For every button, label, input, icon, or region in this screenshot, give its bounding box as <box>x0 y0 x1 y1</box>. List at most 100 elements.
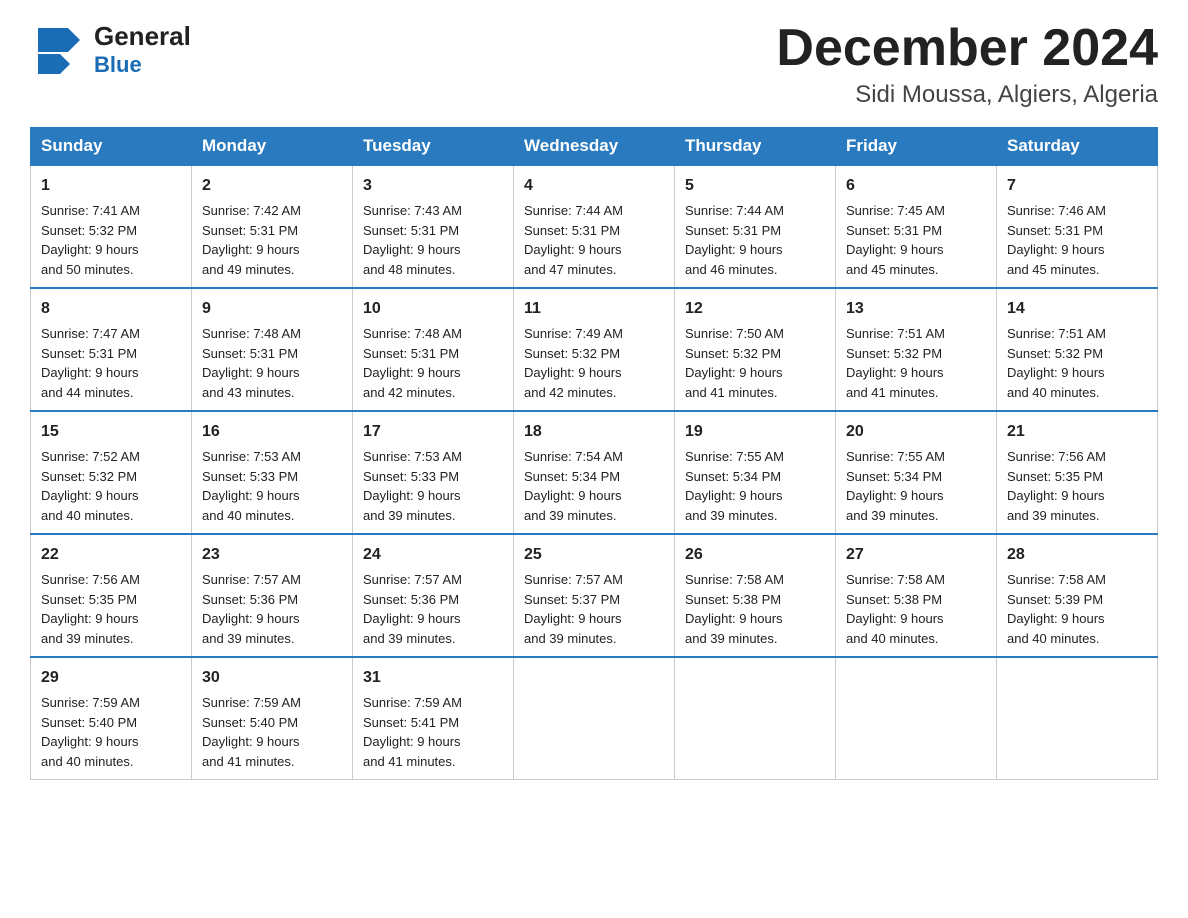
calendar-empty-cell <box>836 657 997 780</box>
month-title: December 2024 <box>776 20 1158 77</box>
daylight-line-cont: and 41 minutes. <box>685 385 778 400</box>
daylight-line-cont: and 41 minutes. <box>202 754 295 769</box>
day-number: 14 <box>1007 297 1147 321</box>
sunrise-line: Sunrise: 7:59 AM <box>202 695 301 710</box>
daylight-line: Daylight: 9 hours <box>1007 611 1105 626</box>
daylight-line-cont: and 43 minutes. <box>202 385 295 400</box>
sunset-line: Sunset: 5:35 PM <box>1007 469 1103 484</box>
daylight-line: Daylight: 9 hours <box>41 365 139 380</box>
daylight-line-cont: and 39 minutes. <box>41 631 134 646</box>
sunset-line: Sunset: 5:31 PM <box>202 223 298 238</box>
day-header-wednesday: Wednesday <box>514 128 675 166</box>
daylight-line: Daylight: 9 hours <box>524 242 622 257</box>
daylight-line-cont: and 39 minutes. <box>846 508 939 523</box>
sunset-line: Sunset: 5:32 PM <box>1007 346 1103 361</box>
daylight-line-cont: and 39 minutes. <box>363 631 456 646</box>
calendar-day-cell: 19 Sunrise: 7:55 AM Sunset: 5:34 PM Dayl… <box>675 411 836 534</box>
daylight-line-cont: and 49 minutes. <box>202 262 295 277</box>
calendar-day-cell: 15 Sunrise: 7:52 AM Sunset: 5:32 PM Dayl… <box>31 411 192 534</box>
calendar-header-row: SundayMondayTuesdayWednesdayThursdayFrid… <box>31 128 1158 166</box>
calendar-day-cell: 23 Sunrise: 7:57 AM Sunset: 5:36 PM Dayl… <box>192 534 353 657</box>
day-number: 5 <box>685 174 825 198</box>
sunrise-line: Sunrise: 7:54 AM <box>524 449 623 464</box>
daylight-line-cont: and 45 minutes. <box>846 262 939 277</box>
day-number: 23 <box>202 543 342 567</box>
sunset-line: Sunset: 5:31 PM <box>685 223 781 238</box>
daylight-line-cont: and 44 minutes. <box>41 385 134 400</box>
day-number: 24 <box>363 543 503 567</box>
sunset-line: Sunset: 5:36 PM <box>363 592 459 607</box>
day-number: 15 <box>41 420 181 444</box>
sunset-line: Sunset: 5:37 PM <box>524 592 620 607</box>
day-number: 28 <box>1007 543 1147 567</box>
sunset-line: Sunset: 5:41 PM <box>363 715 459 730</box>
calendar-week-row: 22 Sunrise: 7:56 AM Sunset: 5:35 PM Dayl… <box>31 534 1158 657</box>
calendar-day-cell: 21 Sunrise: 7:56 AM Sunset: 5:35 PM Dayl… <box>997 411 1158 534</box>
daylight-line: Daylight: 9 hours <box>363 488 461 503</box>
sunrise-line: Sunrise: 7:42 AM <box>202 203 301 218</box>
sunset-line: Sunset: 5:31 PM <box>41 346 137 361</box>
daylight-line: Daylight: 9 hours <box>1007 242 1105 257</box>
day-number: 26 <box>685 543 825 567</box>
sunset-line: Sunset: 5:34 PM <box>685 469 781 484</box>
daylight-line: Daylight: 9 hours <box>846 242 944 257</box>
calendar-day-cell: 6 Sunrise: 7:45 AM Sunset: 5:31 PM Dayli… <box>836 165 997 288</box>
sunrise-line: Sunrise: 7:58 AM <box>1007 572 1106 587</box>
daylight-line: Daylight: 9 hours <box>846 611 944 626</box>
day-number: 20 <box>846 420 986 444</box>
sunset-line: Sunset: 5:31 PM <box>363 346 459 361</box>
sunset-line: Sunset: 5:32 PM <box>41 223 137 238</box>
day-number: 21 <box>1007 420 1147 444</box>
sunset-line: Sunset: 5:31 PM <box>846 223 942 238</box>
day-number: 29 <box>41 666 181 690</box>
daylight-line-cont: and 39 minutes. <box>363 508 456 523</box>
daylight-line: Daylight: 9 hours <box>1007 365 1105 380</box>
day-header-sunday: Sunday <box>31 128 192 166</box>
day-number: 31 <box>363 666 503 690</box>
daylight-line: Daylight: 9 hours <box>1007 488 1105 503</box>
sunset-line: Sunset: 5:31 PM <box>524 223 620 238</box>
sunrise-line: Sunrise: 7:51 AM <box>846 326 945 341</box>
calendar-empty-cell <box>675 657 836 780</box>
calendar-day-cell: 24 Sunrise: 7:57 AM Sunset: 5:36 PM Dayl… <box>353 534 514 657</box>
sunset-line: Sunset: 5:32 PM <box>524 346 620 361</box>
daylight-line: Daylight: 9 hours <box>846 488 944 503</box>
sunrise-line: Sunrise: 7:50 AM <box>685 326 784 341</box>
sunrise-line: Sunrise: 7:56 AM <box>1007 449 1106 464</box>
sunset-line: Sunset: 5:40 PM <box>202 715 298 730</box>
day-header-monday: Monday <box>192 128 353 166</box>
daylight-line-cont: and 41 minutes. <box>846 385 939 400</box>
day-number: 2 <box>202 174 342 198</box>
sunset-line: Sunset: 5:39 PM <box>1007 592 1103 607</box>
daylight-line-cont: and 40 minutes. <box>1007 631 1100 646</box>
sunset-line: Sunset: 5:34 PM <box>846 469 942 484</box>
calendar-day-cell: 9 Sunrise: 7:48 AM Sunset: 5:31 PM Dayli… <box>192 288 353 411</box>
sunset-line: Sunset: 5:35 PM <box>41 592 137 607</box>
logo: General Blue <box>30 20 191 78</box>
sunrise-line: Sunrise: 7:57 AM <box>202 572 301 587</box>
calendar-day-cell: 8 Sunrise: 7:47 AM Sunset: 5:31 PM Dayli… <box>31 288 192 411</box>
sunrise-line: Sunrise: 7:57 AM <box>363 572 462 587</box>
calendar-day-cell: 13 Sunrise: 7:51 AM Sunset: 5:32 PM Dayl… <box>836 288 997 411</box>
sunset-line: Sunset: 5:33 PM <box>202 469 298 484</box>
calendar-day-cell: 27 Sunrise: 7:58 AM Sunset: 5:38 PM Dayl… <box>836 534 997 657</box>
daylight-line-cont: and 46 minutes. <box>685 262 778 277</box>
calendar-day-cell: 30 Sunrise: 7:59 AM Sunset: 5:40 PM Dayl… <box>192 657 353 780</box>
day-header-saturday: Saturday <box>997 128 1158 166</box>
sunrise-line: Sunrise: 7:51 AM <box>1007 326 1106 341</box>
sunset-line: Sunset: 5:33 PM <box>363 469 459 484</box>
day-number: 4 <box>524 174 664 198</box>
daylight-line-cont: and 42 minutes. <box>524 385 617 400</box>
calendar-day-cell: 31 Sunrise: 7:59 AM Sunset: 5:41 PM Dayl… <box>353 657 514 780</box>
sunrise-line: Sunrise: 7:41 AM <box>41 203 140 218</box>
day-number: 25 <box>524 543 664 567</box>
day-number: 19 <box>685 420 825 444</box>
daylight-line: Daylight: 9 hours <box>846 365 944 380</box>
sunrise-line: Sunrise: 7:45 AM <box>846 203 945 218</box>
calendar-week-row: 1 Sunrise: 7:41 AM Sunset: 5:32 PM Dayli… <box>31 165 1158 288</box>
day-number: 11 <box>524 297 664 321</box>
sunrise-line: Sunrise: 7:55 AM <box>685 449 784 464</box>
calendar-week-row: 29 Sunrise: 7:59 AM Sunset: 5:40 PM Dayl… <box>31 657 1158 780</box>
daylight-line: Daylight: 9 hours <box>202 242 300 257</box>
day-number: 22 <box>41 543 181 567</box>
